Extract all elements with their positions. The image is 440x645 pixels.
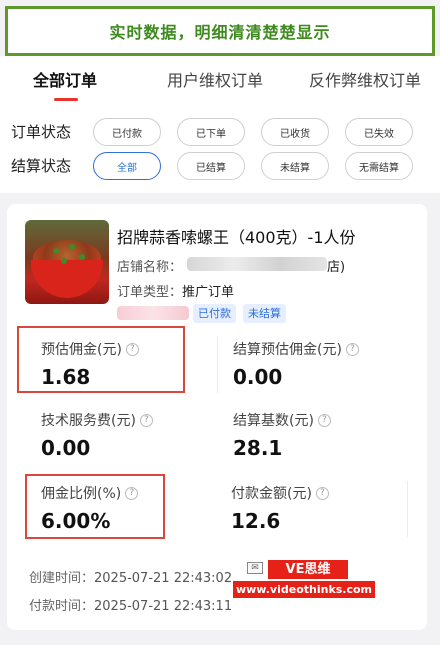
unsettled-tag: 未结算 bbox=[243, 304, 286, 323]
tab-anti-fraud-orders[interactable]: 反作弊维权订单 bbox=[309, 62, 421, 102]
paid-tag: 已付款 bbox=[193, 304, 236, 323]
settle-base-metric: 结算基数(元)? 28.1 bbox=[233, 410, 403, 460]
order-status-expired-chip[interactable]: 已失效 bbox=[345, 118, 413, 146]
created-time-value: 2025-07-21 22:43:02 bbox=[94, 571, 233, 586]
settle-base-value: 28.1 bbox=[233, 436, 283, 460]
settle-status-no-settle-chip[interactable]: 无需结算 bbox=[345, 152, 413, 180]
order-status-paid-chip[interactable]: 已付款 bbox=[93, 118, 161, 146]
tech-service-fee-value: 0.00 bbox=[41, 436, 91, 460]
shop-name-redacted bbox=[187, 257, 327, 271]
settle-status-unsettled-chip[interactable]: 未结算 bbox=[261, 152, 329, 180]
mail-icon: ✉ bbox=[247, 562, 263, 574]
settle-status-settled-chip[interactable]: 已结算 bbox=[177, 152, 245, 180]
settle-estimated-commission-metric: 结算预估佣金(元)? 0.00 bbox=[233, 339, 403, 389]
settle-status-filter: 结算状态 全部 已结算 未结算 无需结算 bbox=[0, 151, 440, 181]
order-status-filter: 订单状态 已付款 已下单 已收货 已失效 bbox=[0, 117, 440, 147]
paid-amount-label: 付款金额(元) bbox=[231, 486, 312, 502]
banner-text: 实时数据，明细清清楚楚显示 bbox=[109, 23, 331, 42]
watermark-url: www.videothinks.com bbox=[233, 581, 375, 598]
shop-name-tail: 店) bbox=[327, 260, 346, 275]
order-id-redacted bbox=[117, 306, 189, 320]
order-type-label: 订单类型： bbox=[117, 285, 183, 300]
watermark-brand: VE思维 bbox=[268, 560, 348, 579]
order-type-value: 推广订单 bbox=[182, 285, 235, 300]
highlight-box-commission-rate bbox=[25, 474, 165, 539]
order-tabs: 全部订单 用户维权订单 反作弊维权订单 bbox=[0, 62, 440, 106]
shop-name-line: 店铺名称： bbox=[117, 256, 182, 275]
shop-name-label: 店铺名称： bbox=[117, 260, 183, 275]
settle-status-all-chip[interactable]: 全部 bbox=[93, 152, 161, 180]
settle-base-label: 结算基数(元) bbox=[233, 413, 314, 429]
product-title: 招牌蒜香嗦螺王（400克）-1人份 bbox=[117, 228, 356, 247]
order-status-received-chip[interactable]: 已收货 bbox=[261, 118, 329, 146]
settle-estimated-commission-label: 结算预估佣金(元) bbox=[233, 342, 342, 358]
promo-banner: 实时数据，明细清清楚楚显示 bbox=[5, 6, 435, 56]
created-time-line: 创建时间：2025-07-21 22:43:02 bbox=[29, 567, 232, 586]
order-status-label: 订单状态 bbox=[11, 123, 72, 141]
order-type-line: 订单类型：推广订单 bbox=[117, 281, 234, 300]
product-thumbnail bbox=[25, 220, 109, 304]
paid-amount-value: 12.6 bbox=[231, 509, 281, 533]
question-circle-icon[interactable]: ? bbox=[345, 342, 359, 356]
settle-estimated-commission-value: 0.00 bbox=[233, 365, 283, 389]
question-circle-icon[interactable]: ? bbox=[315, 486, 329, 500]
shop-name-tail-text: 店 bbox=[327, 260, 341, 275]
order-status-placed-chip[interactable]: 已下单 bbox=[177, 118, 245, 146]
paid-time-label: 付款时间： bbox=[29, 599, 95, 614]
question-circle-icon[interactable]: ? bbox=[139, 413, 153, 427]
metric-divider bbox=[407, 481, 408, 537]
highlight-box-estimated-commission bbox=[17, 326, 185, 393]
tab-all-orders[interactable]: 全部订单 bbox=[33, 62, 97, 102]
active-tab-indicator bbox=[54, 98, 78, 101]
settle-status-label: 结算状态 bbox=[11, 157, 72, 175]
order-card[interactable]: 招牌蒜香嗦螺王（400克）-1人份 店铺名称： 店) 订单类型：推广订单 已付款… bbox=[7, 204, 427, 630]
paid-time-line: 付款时间：2025-07-21 22:43:11 bbox=[29, 595, 232, 614]
tech-service-fee-metric: 技术服务费(元)? 0.00 bbox=[41, 410, 211, 460]
tab-user-rights-orders[interactable]: 用户维权订单 bbox=[167, 62, 263, 102]
paid-amount-metric: 付款金额(元)? 12.6 bbox=[231, 483, 401, 533]
question-circle-icon[interactable]: ? bbox=[317, 413, 331, 427]
created-time-label: 创建时间： bbox=[29, 571, 95, 586]
metric-divider bbox=[217, 337, 218, 393]
paid-time-value: 2025-07-21 22:43:11 bbox=[94, 599, 233, 614]
tech-service-fee-label: 技术服务费(元) bbox=[41, 413, 136, 429]
